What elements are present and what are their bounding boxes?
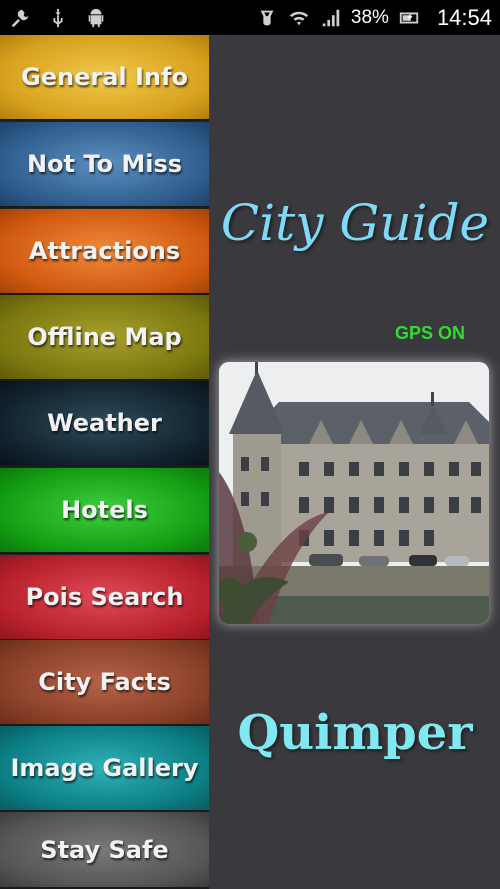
sim-icon: [255, 6, 279, 30]
menu-item-not-to-miss[interactable]: Not To Miss: [0, 122, 209, 208]
menu-item-label: City Facts: [38, 668, 171, 696]
signal-icon: [319, 6, 343, 30]
battery-icon: [397, 6, 421, 30]
battery-percent: 38%: [350, 6, 389, 28]
menu-item-label: Stay Safe: [40, 835, 169, 864]
menu-item-image-gallery[interactable]: Image Gallery: [0, 726, 209, 812]
menu-item-weather[interactable]: Weather: [0, 381, 209, 467]
menu-item-label: Image Gallery: [10, 754, 199, 782]
gps-status: GPS ON: [395, 323, 466, 343]
menu-item-stay-safe[interactable]: Stay Safe: [0, 812, 209, 889]
wifi-icon: [287, 6, 311, 30]
menu-item-label: Attractions: [28, 237, 181, 265]
menu-item-hotels[interactable]: Hotels: [0, 468, 209, 554]
menu-item-label: Pois Search: [25, 583, 184, 611]
menu-item-attractions[interactable]: Attractions: [0, 209, 209, 295]
tools-icon: [8, 6, 32, 30]
menu-item-label: Not To Miss: [26, 150, 183, 178]
city-photo[interactable]: [219, 362, 489, 624]
menu-item-pois-search[interactable]: Pois Search: [0, 555, 209, 641]
menu-item-city-facts[interactable]: City Facts: [0, 640, 209, 726]
city-name: Quimper: [237, 705, 473, 761]
status-left-icons: [8, 6, 108, 30]
menu-item-label: Weather: [47, 409, 162, 437]
menu-item-general-info[interactable]: General Info: [0, 35, 209, 121]
android-icon: [84, 6, 108, 30]
castle-photo-illustration: [219, 362, 489, 624]
usb-icon: [46, 6, 70, 30]
status-right-icons: 38% 14:54: [255, 5, 492, 31]
side-menu: General Info Not To Miss Attractions Off…: [0, 35, 209, 889]
app-title: City Guide: [220, 194, 490, 252]
menu-item-label: General Info: [21, 63, 188, 91]
menu-item-offline-map[interactable]: Offline Map: [0, 295, 209, 381]
status-bar: 38% 14:54: [0, 0, 500, 35]
clock: 14:54: [436, 4, 492, 30]
menu-item-label: Offline Map: [27, 323, 182, 351]
menu-item-label: Hotels: [61, 496, 148, 524]
